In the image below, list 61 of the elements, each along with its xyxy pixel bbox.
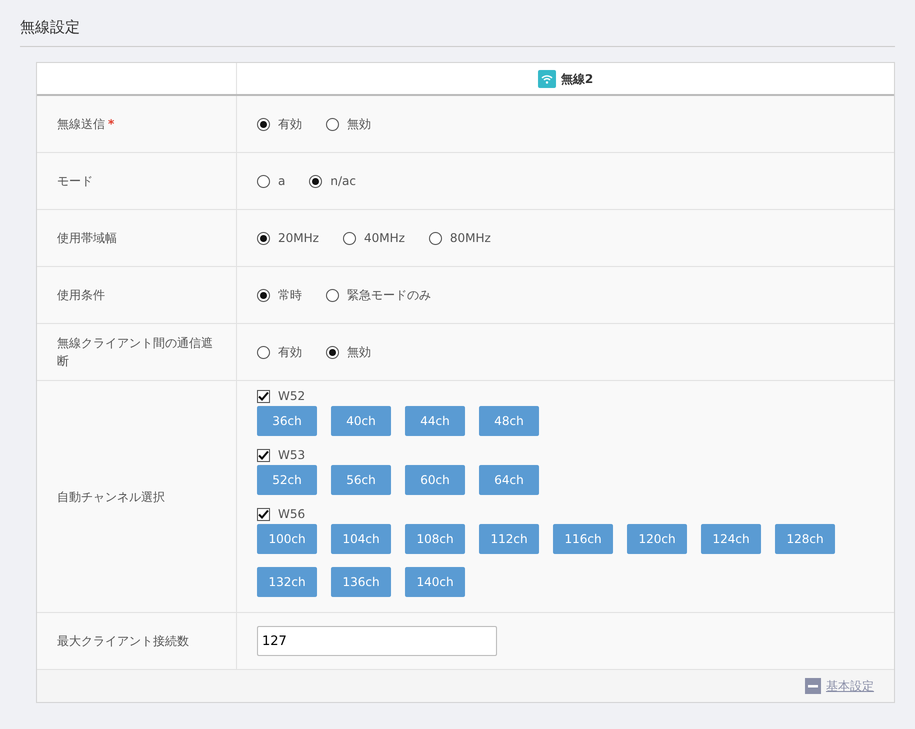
- checkbox-label: W56: [278, 506, 306, 523]
- radio-option[interactable]: 有効: [257, 115, 302, 133]
- channel-button[interactable]: 108ch: [405, 524, 465, 554]
- checkbox-label: W52: [278, 388, 306, 405]
- radio-button[interactable]: [326, 118, 339, 130]
- radio-option[interactable]: 無効: [326, 115, 371, 133]
- radio-button[interactable]: [257, 118, 270, 130]
- channel-button[interactable]: 100ch: [257, 524, 317, 554]
- checkbox[interactable]: [257, 448, 270, 462]
- channel-button[interactable]: 44ch: [405, 406, 465, 436]
- channel-button[interactable]: 124ch: [701, 524, 761, 554]
- channel-button[interactable]: 52ch: [257, 465, 317, 495]
- page-title: 無線設定: [20, 14, 895, 47]
- radio-option[interactable]: 80MHz: [428, 229, 491, 247]
- row-label: 使用帯域幅: [57, 230, 117, 247]
- channel-button[interactable]: 60ch: [405, 465, 465, 495]
- radio-button[interactable]: [326, 288, 339, 302]
- wifi-icon: [538, 70, 556, 88]
- required-mark: *: [108, 116, 114, 133]
- radio-option[interactable]: 無効: [326, 343, 371, 361]
- radio-option[interactable]: 緊急モードのみ: [326, 286, 431, 304]
- channel-button[interactable]: 112ch: [479, 524, 539, 554]
- row-label: 最大クライアント接続数: [57, 633, 189, 650]
- channel-button[interactable]: 136ch: [331, 567, 391, 597]
- checkbox[interactable]: [257, 390, 270, 402]
- row-label: 無線送信: [57, 116, 105, 133]
- channel-button[interactable]: 36ch: [257, 406, 317, 436]
- radio-option[interactable]: 常時: [257, 286, 302, 304]
- radio-option[interactable]: 40MHz: [342, 229, 405, 247]
- radio-button[interactable]: [309, 174, 322, 188]
- row-label: 無線クライアント間の通信遮断: [57, 335, 214, 370]
- channel-button[interactable]: 128ch: [775, 524, 835, 554]
- channel-button[interactable]: 56ch: [331, 465, 391, 495]
- radio-button[interactable]: [342, 232, 356, 244]
- row-label: 使用条件: [57, 287, 105, 304]
- channel-button[interactable]: 116ch: [553, 524, 613, 554]
- channel-button[interactable]: 64ch: [479, 465, 539, 495]
- radio-option[interactable]: 有効: [257, 343, 302, 361]
- row-label: モード: [57, 173, 93, 190]
- collapse-icon[interactable]: [805, 678, 821, 694]
- channel-button[interactable]: 104ch: [331, 524, 391, 554]
- radio-button[interactable]: [257, 288, 270, 302]
- radio-option[interactable]: a: [257, 172, 286, 190]
- channel-button[interactable]: 132ch: [257, 567, 317, 597]
- input-field[interactable]: 127: [257, 626, 497, 656]
- row-label: 自動チャンネル選択: [57, 488, 165, 506]
- channel-button[interactable]: 140ch: [405, 567, 465, 597]
- radio-option[interactable]: 20MHz: [257, 229, 319, 247]
- radio-button[interactable]: [326, 346, 339, 358]
- radio-option[interactable]: n/ac: [309, 172, 356, 190]
- checkbox-label: W53: [278, 447, 306, 464]
- column-header: 無線2: [560, 70, 594, 88]
- radio-button[interactable]: [257, 232, 270, 244]
- channel-button[interactable]: 40ch: [331, 406, 391, 436]
- basic-settings-link[interactable]: 基本設定: [826, 677, 874, 695]
- radio-button[interactable]: [257, 174, 270, 188]
- channel-button[interactable]: 48ch: [479, 406, 539, 436]
- radio-button[interactable]: [428, 232, 442, 244]
- channel-button[interactable]: 120ch: [627, 524, 687, 554]
- radio-button[interactable]: [257, 346, 270, 358]
- checkbox[interactable]: [257, 508, 270, 520]
